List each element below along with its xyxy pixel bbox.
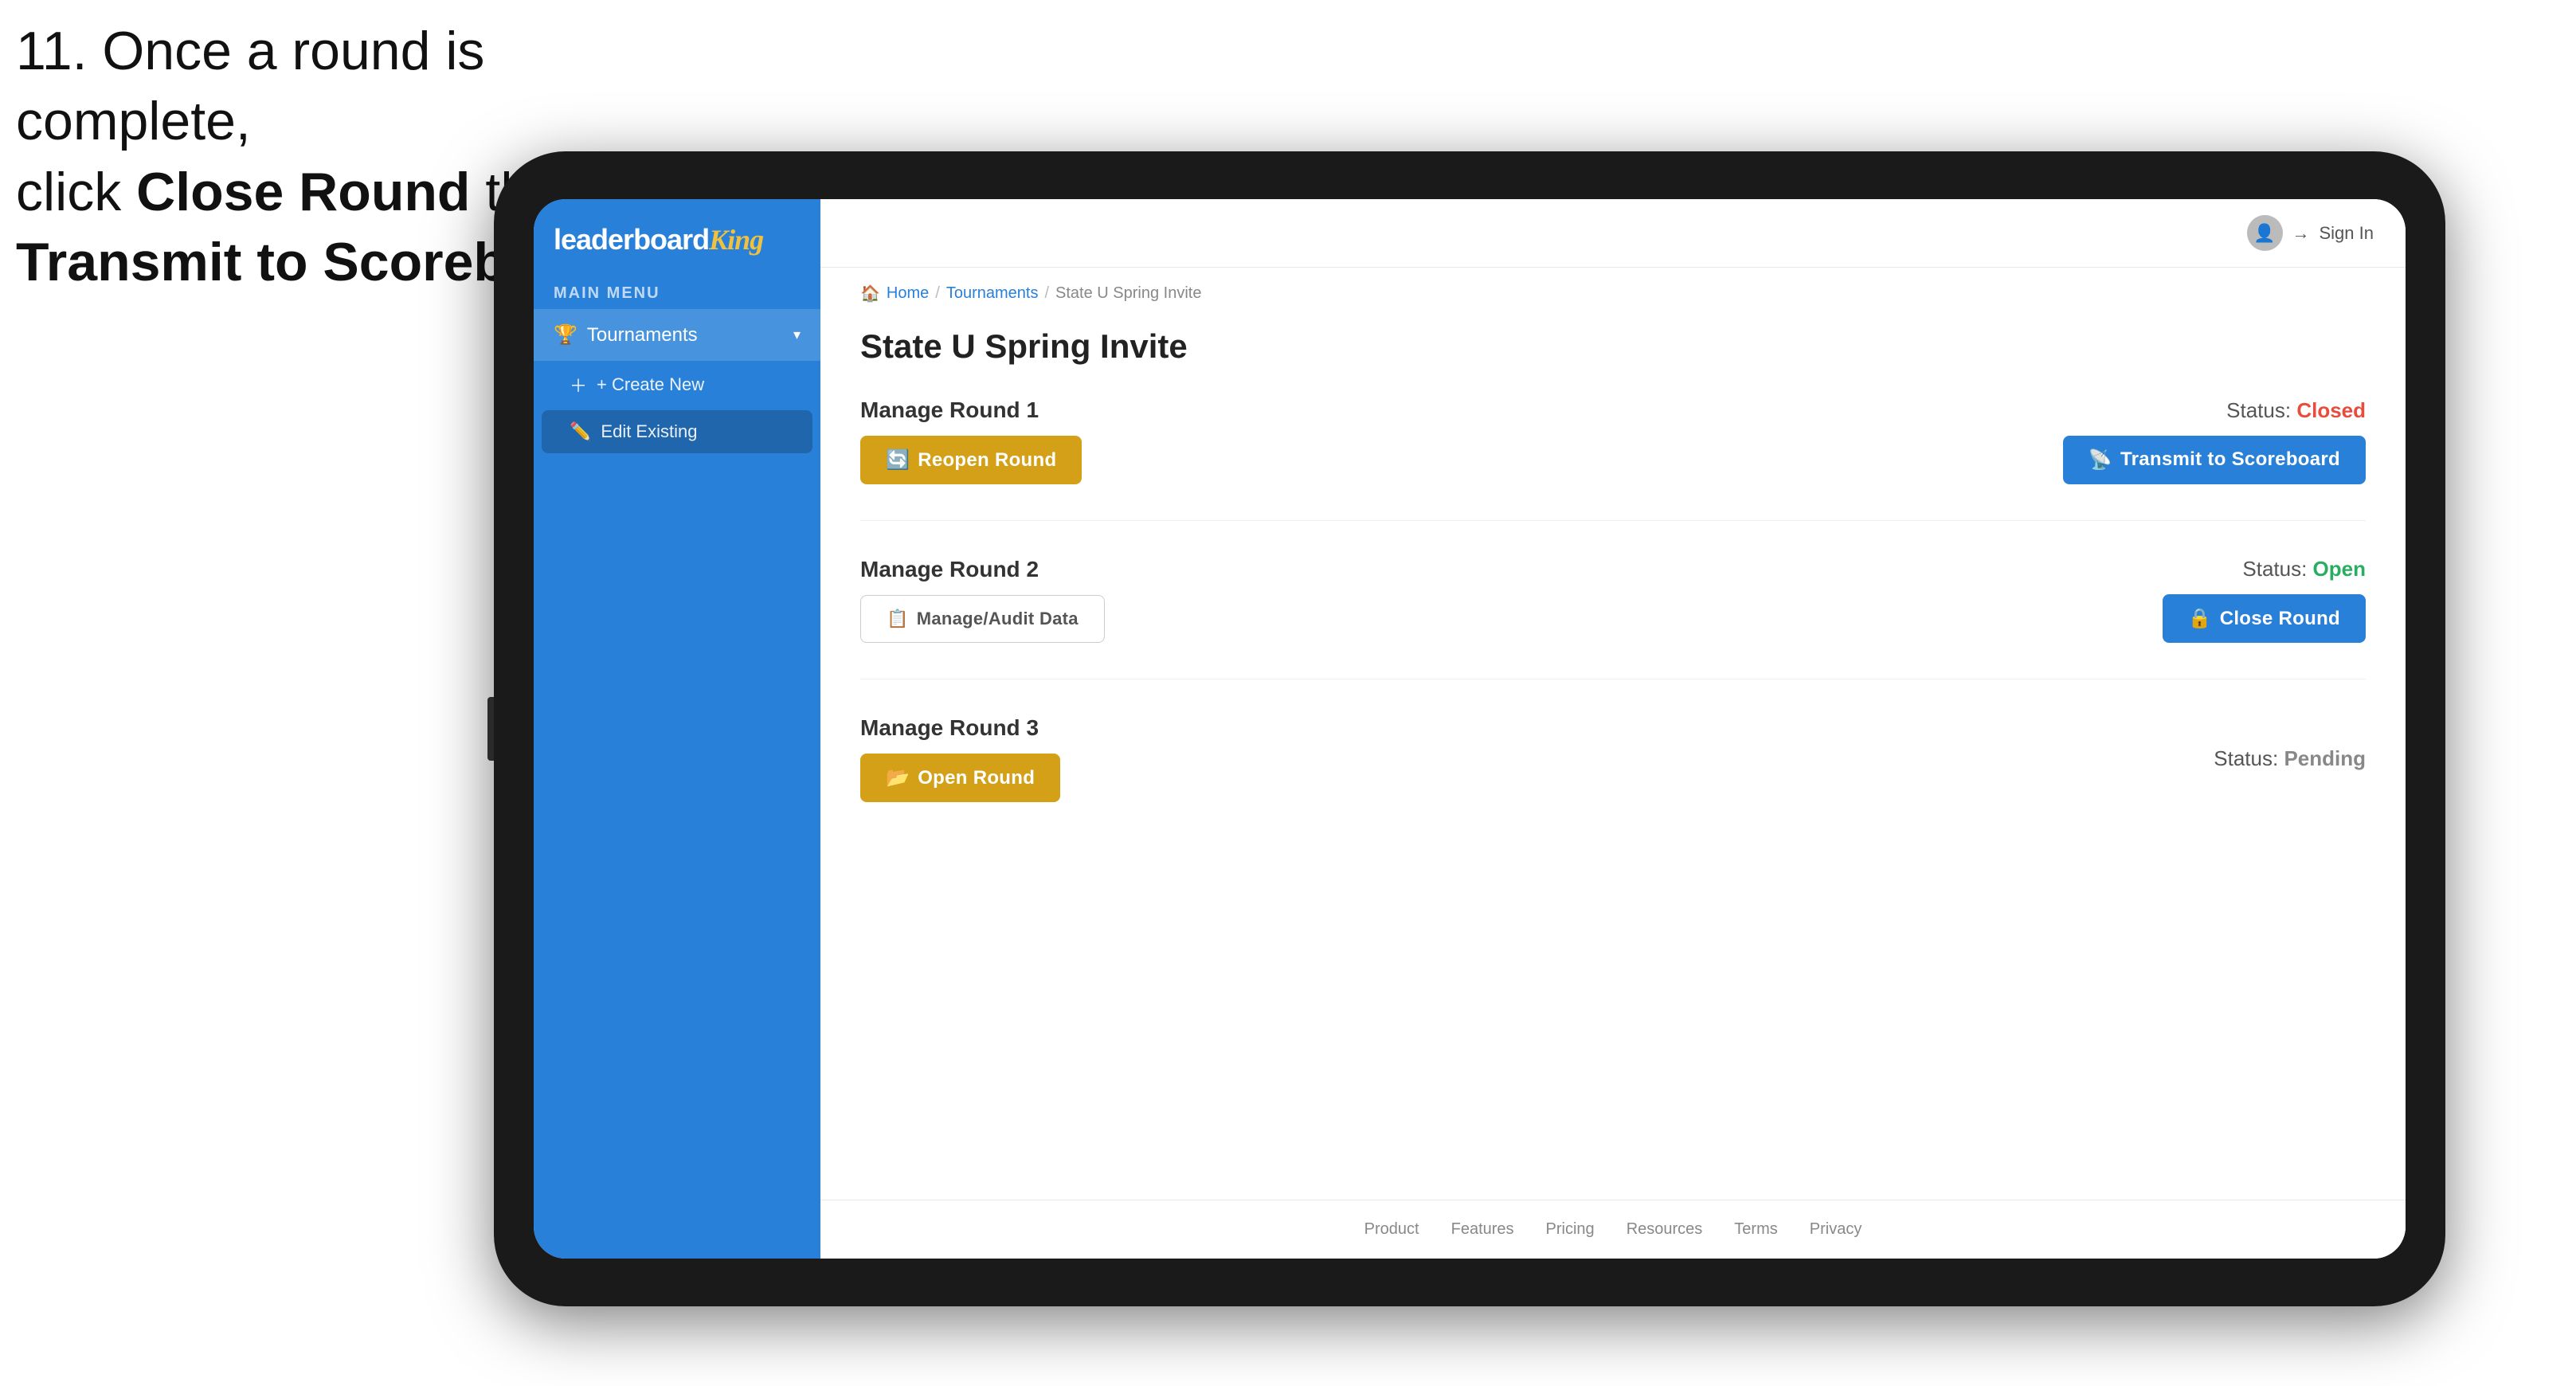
sidebar: leaderboardKing MAIN MENU 🏆 Tournaments … <box>534 199 820 1259</box>
sign-in-area[interactable]: 👤 → Sign In <box>2247 215 2374 251</box>
manage-audit-label: Manage/Audit Data <box>917 609 1079 629</box>
breadcrumb-current: State U Spring Invite <box>1055 284 1201 303</box>
breadcrumb-tournaments[interactable]: Tournaments <box>946 284 1039 303</box>
round-3-status: Status: Pending <box>2214 746 2366 771</box>
page-content: State U Spring Invite Manage Round 1 🔄 R… <box>820 311 2406 1200</box>
chevron-down-icon: ▾ <box>793 327 801 343</box>
round-1-status-value: Closed <box>2296 398 2366 422</box>
round-3-right: Status: Pending <box>2214 746 2366 771</box>
round-1-left: Manage Round 1 🔄 Reopen Round <box>860 397 1082 484</box>
round-3-section: Manage Round 3 📂 Open Round <box>860 715 2366 838</box>
round-2-section: Manage Round 2 📋 Manage/Audit Data <box>860 557 2366 679</box>
open-round-label: Open Round <box>918 767 1035 789</box>
logo-king: King <box>709 224 763 256</box>
page-title: State U Spring Invite <box>860 327 2366 366</box>
reopen-label: Reopen Round <box>918 449 1056 472</box>
transmit-scoreboard-button[interactable]: 📡 Transmit to Scoreboard <box>2063 436 2366 484</box>
round-1-secondary-action: 📡 Transmit to Scoreboard <box>2063 436 2366 484</box>
logo-area: leaderboardKing <box>534 199 820 272</box>
instruction-line1: 11. Once a round is complete, <box>16 21 484 151</box>
round-1-right: Status: Closed 📡 Transmit to Scoreboard <box>2063 398 2366 484</box>
edit-existing-label: Edit Existing <box>601 421 697 442</box>
reopen-round-button[interactable]: 🔄 Reopen Round <box>860 436 1082 484</box>
trophy-icon: 🏆 <box>554 323 577 346</box>
open-round-button[interactable]: 📂 Open Round <box>860 754 1060 802</box>
round-2-status-value: Open <box>2313 557 2366 581</box>
round-2-right: Status: Open 🔒 Close Round <box>2163 557 2366 643</box>
round-3-row: Manage Round 3 📂 Open Round <box>860 715 2366 802</box>
edit-icon: ✏️ <box>570 421 591 442</box>
transmit-icon: 📡 <box>2089 448 2112 472</box>
sign-in-label: → <box>2292 223 2310 244</box>
footer-pricing[interactable]: Pricing <box>1546 1220 1595 1239</box>
top-bar: 👤 → Sign In <box>820 199 2406 268</box>
round-3-title: Manage Round 3 <box>860 715 1060 741</box>
round-2-secondary-action: 🔒 Close Round <box>2163 594 2366 643</box>
app-layout: leaderboardKing MAIN MENU 🏆 Tournaments … <box>534 199 2406 1259</box>
round-3-status-value: Pending <box>2284 746 2366 770</box>
round-1-status: Status: Closed <box>2063 398 2366 423</box>
round-3-actions: 📂 Open Round <box>860 754 1060 802</box>
round-1-section: Manage Round 1 🔄 Reopen Round <box>860 397 2366 521</box>
sidebar-item-create-new[interactable]: ＋ + Create New <box>534 361 820 409</box>
avatar-icon: 👤 <box>2253 223 2275 244</box>
footer-resources[interactable]: Resources <box>1627 1220 1703 1239</box>
close-round-label: Close Round <box>2220 608 2340 630</box>
open-icon: 📂 <box>886 766 910 789</box>
home-icon: 🏠 <box>860 284 880 303</box>
round-3-left: Manage Round 3 📂 Open Round <box>860 715 1060 802</box>
footer: Product Features Pricing Resources Terms… <box>820 1200 2406 1259</box>
main-menu-label: MAIN MENU <box>534 272 820 309</box>
round-1-row: Manage Round 1 🔄 Reopen Round <box>860 397 2366 484</box>
breadcrumb: 🏠 Home / Tournaments / State U Spring In… <box>820 268 2406 311</box>
footer-privacy[interactable]: Privacy <box>1810 1220 1862 1239</box>
round-1-title: Manage Round 1 <box>860 397 1082 423</box>
app-logo: leaderboardKing <box>554 223 801 256</box>
plus-icon: ＋ <box>570 372 587 397</box>
transmit-label: Transmit to Scoreboard <box>2120 448 2340 471</box>
tablet-side-button <box>487 697 494 761</box>
audit-icon: 📋 <box>887 609 909 629</box>
round-2-actions: 📋 Manage/Audit Data <box>860 595 1105 643</box>
tournaments-menu-label: Tournaments <box>587 324 698 346</box>
round-2-left: Manage Round 2 📋 Manage/Audit Data <box>860 557 1105 643</box>
reopen-icon: 🔄 <box>886 448 910 472</box>
footer-product[interactable]: Product <box>1364 1220 1419 1239</box>
sidebar-item-edit-existing[interactable]: ✏️ Edit Existing <box>542 410 812 453</box>
round-2-status: Status: Open <box>2163 557 2366 581</box>
tablet-device: leaderboardKing MAIN MENU 🏆 Tournaments … <box>494 151 2445 1306</box>
tablet-screen: leaderboardKing MAIN MENU 🏆 Tournaments … <box>534 199 2406 1259</box>
round-2-row: Manage Round 2 📋 Manage/Audit Data <box>860 557 2366 643</box>
close-round-button[interactable]: 🔒 Close Round <box>2163 594 2366 643</box>
footer-terms[interactable]: Terms <box>1734 1220 1777 1239</box>
sign-in-text: Sign In <box>2320 223 2374 244</box>
round-1-actions: 🔄 Reopen Round <box>860 436 1082 484</box>
breadcrumb-sep-2: / <box>1044 284 1049 303</box>
create-new-label: + Create New <box>597 374 704 395</box>
manage-audit-button[interactable]: 📋 Manage/Audit Data <box>860 595 1105 643</box>
footer-features[interactable]: Features <box>1451 1220 1514 1239</box>
sidebar-item-tournaments[interactable]: 🏆 Tournaments ▾ <box>534 309 820 361</box>
close-icon: 🔒 <box>2188 607 2212 630</box>
round-2-title: Manage Round 2 <box>860 557 1105 582</box>
breadcrumb-sep-1: / <box>935 284 940 303</box>
main-content: 👤 → Sign In 🏠 Home / Tournaments / State… <box>820 199 2406 1259</box>
user-avatar: 👤 <box>2247 215 2283 251</box>
logo-leaderboard: leaderboard <box>554 223 709 256</box>
breadcrumb-home[interactable]: Home <box>887 284 929 303</box>
